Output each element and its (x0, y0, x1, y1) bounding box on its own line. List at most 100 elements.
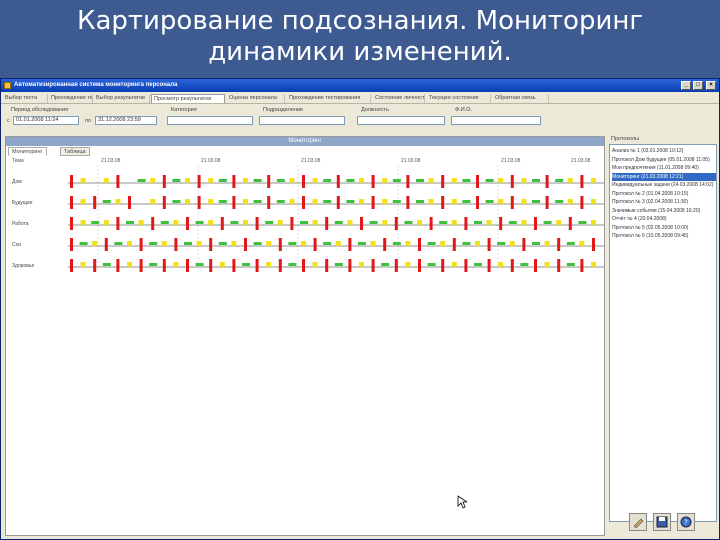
neutral-mark (301, 241, 306, 246)
positive-mark (184, 242, 192, 245)
tab-personnel-evaluation[interactable]: Оценка персонала (227, 94, 285, 103)
tab-current-state[interactable]: Текущее состояние (427, 94, 491, 103)
protocol-item[interactable]: Протокол № 2 (01.04.2008 10:15) (612, 190, 716, 198)
negative-mark (116, 259, 120, 272)
protocol-item[interactable]: Анализ № 1 (03.01.2008 10:12) (612, 147, 716, 155)
neutral-mark (243, 199, 248, 204)
protocol-item[interactable]: Протокол Дом будущее (05.01.2008 11:05) (612, 156, 716, 164)
negative-mark (534, 259, 537, 272)
negative-mark (116, 175, 120, 188)
position-field[interactable] (357, 116, 445, 125)
tab-select-results[interactable]: Выбор результатов (94, 94, 150, 103)
negative-mark (429, 217, 433, 230)
positive-mark (485, 200, 494, 203)
maximize-button[interactable]: □ (693, 81, 703, 90)
date-label: 21.03.08 (401, 158, 421, 164)
negative-mark (499, 217, 503, 230)
negative-mark (70, 238, 73, 251)
tab-personal-state[interactable]: Состояние личности (373, 94, 425, 103)
neutral-mark (567, 178, 573, 183)
neutral-mark (382, 178, 388, 183)
positive-mark (79, 242, 88, 245)
negative-mark (174, 238, 178, 251)
positive-mark (508, 221, 517, 224)
app-window: Автоматизированная система мониторинга п… (0, 78, 720, 540)
edit-button[interactable] (629, 513, 647, 531)
date-to-field[interactable]: 31.12.2008 23:59 (95, 116, 157, 125)
neutral-mark (591, 199, 596, 204)
neutral-mark (347, 220, 353, 225)
negative-mark (244, 238, 247, 251)
app-icon (4, 82, 11, 89)
tab-view-results[interactable]: Просмотр результатов (151, 94, 225, 103)
menu-tabs: Выбор теста Прохождение теста Выбор резу… (1, 93, 719, 104)
neutral-mark (185, 178, 190, 183)
positive-mark (276, 179, 285, 182)
neutral-mark (567, 199, 573, 204)
positive-mark (346, 179, 355, 182)
positive-mark (462, 200, 471, 203)
negative-mark (510, 196, 514, 209)
tab-feedback[interactable]: Обратная связь (493, 94, 549, 103)
negative-mark (232, 196, 236, 209)
neutral-mark (231, 241, 237, 246)
unit-field[interactable] (259, 116, 345, 125)
neutral-mark (208, 220, 214, 225)
tab-monitoring[interactable]: Мониторинг (8, 147, 47, 156)
neutral-mark (544, 241, 550, 246)
protocols-list[interactable]: Анализ № 1 (03.01.2008 10:12) Протокол До… (609, 144, 717, 522)
negative-mark (510, 259, 514, 272)
neutral-mark (289, 199, 295, 204)
category-field[interactable] (167, 116, 253, 125)
tab-testing[interactable]: Прохождение тестирования (287, 94, 371, 103)
neutral-mark (509, 241, 515, 246)
negative-mark (557, 238, 561, 251)
negative-mark (70, 175, 73, 188)
positive-mark (485, 179, 494, 182)
protocol-item[interactable]: Индивидуальные задачи (24.03.2008 14:02) (612, 181, 716, 189)
save-button[interactable] (653, 513, 671, 531)
protocol-item[interactable]: Значимые события (15.04.2008 16:20) (612, 207, 716, 215)
negative-mark (325, 259, 329, 272)
tab-take-test[interactable]: Прохождение теста (49, 94, 93, 103)
negative-mark (302, 196, 305, 209)
positive-mark (555, 179, 564, 182)
neutral-mark (219, 262, 225, 267)
positive-mark (323, 179, 332, 182)
neutral-mark (80, 220, 86, 225)
negative-mark (278, 259, 282, 272)
negative-mark (70, 259, 73, 272)
protocol-item[interactable]: Протокол № 6 (10.05.2008 09:45) (612, 232, 716, 240)
positive-mark (172, 179, 181, 182)
negative-mark (487, 259, 491, 272)
date-from-field[interactable]: 01.01.2008 11:24 (13, 116, 79, 125)
positive-mark (334, 221, 343, 224)
negative-mark (394, 217, 398, 230)
tab-table[interactable]: Таблица (60, 147, 90, 156)
minimize-button[interactable]: _ (681, 81, 691, 90)
negative-mark (139, 259, 143, 272)
protocol-item[interactable]: Протокол № 5 (02.05.2008 10:00) (612, 224, 716, 232)
help-button[interactable]: ? (677, 513, 695, 531)
positive-mark (126, 221, 134, 224)
tab-select-test[interactable]: Выбор теста (3, 94, 48, 103)
negative-mark (336, 196, 340, 209)
positive-mark (566, 242, 575, 245)
positive-mark (358, 242, 366, 245)
negative-mark (232, 175, 236, 188)
positive-mark (172, 200, 181, 203)
neutral-mark (80, 199, 86, 204)
protocol-item[interactable]: Мои предпочтения (11.01.2008 09:40) (612, 164, 716, 172)
name-field[interactable] (451, 116, 541, 125)
neutral-mark (498, 178, 504, 183)
neutral-mark (196, 241, 202, 246)
protocol-item[interactable]: Протокол № 3 (02.04.2008 11:30) (612, 198, 716, 206)
negative-mark (545, 175, 549, 188)
protocol-item[interactable]: Отчёт № 4 (20.04.2008) (612, 215, 716, 223)
date-label: 21.03.08 (501, 158, 521, 164)
protocol-item[interactable]: Мониторинг (21.03.2008 12:21) (612, 172, 716, 181)
neutral-mark (80, 262, 86, 267)
positive-mark (218, 242, 227, 245)
positive-mark (427, 263, 436, 266)
close-button[interactable]: × (706, 81, 716, 90)
